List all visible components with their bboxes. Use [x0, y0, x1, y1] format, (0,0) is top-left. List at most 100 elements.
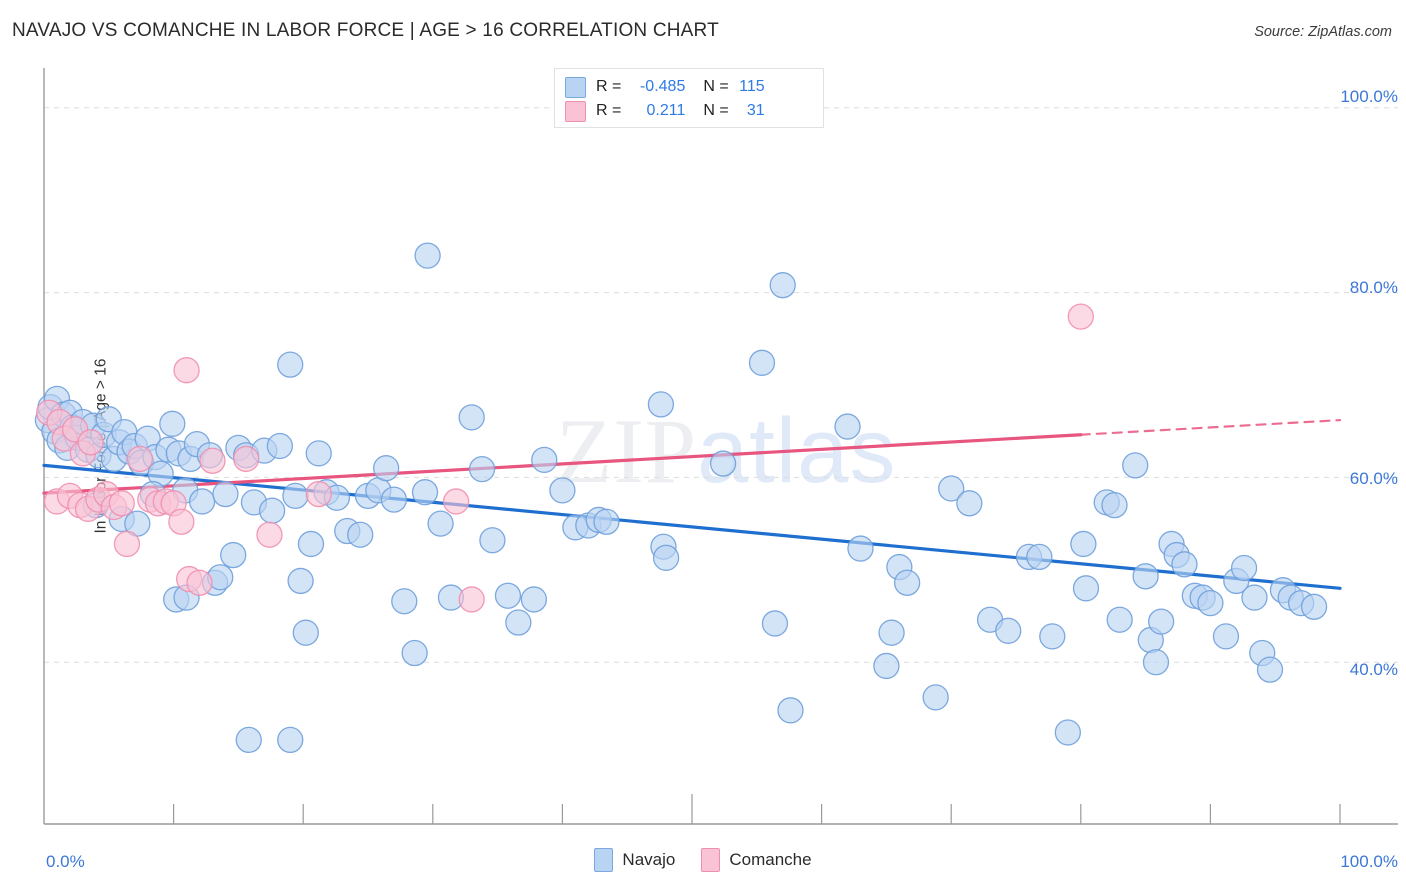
- data-point[interactable]: [1054, 719, 1081, 746]
- data-point[interactable]: [186, 569, 213, 596]
- correlation-chart: NAVAJO VS COMANCHE IN LABOR FORCE | AGE …: [0, 0, 1406, 892]
- data-point[interactable]: [847, 535, 874, 562]
- navajo-r-value: -0.485: [639, 78, 686, 95]
- data-point[interactable]: [1241, 584, 1268, 611]
- data-point[interactable]: [549, 477, 576, 504]
- data-point[interactable]: [1132, 563, 1159, 590]
- data-point[interactable]: [922, 684, 949, 711]
- data-point[interactable]: [233, 445, 260, 473]
- navajo-n-value: 115: [739, 78, 765, 95]
- navajo-legend-swatch-icon: [594, 848, 614, 872]
- data-point[interactable]: [372, 455, 400, 482]
- data-point[interactable]: [1072, 575, 1100, 602]
- data-point[interactable]: [1230, 554, 1258, 582]
- data-point[interactable]: [956, 490, 983, 517]
- data-point[interactable]: [709, 450, 737, 477]
- data-point[interactable]: [212, 480, 239, 508]
- navajo-r-label: R =: [596, 78, 622, 95]
- navajo-n-label: N =: [703, 78, 729, 95]
- data-point[interactable]: [1148, 608, 1175, 635]
- data-point[interactable]: [531, 446, 558, 474]
- data-point[interactable]: [505, 609, 532, 636]
- data-point[interactable]: [1212, 623, 1240, 650]
- data-point[interactable]: [1171, 551, 1198, 578]
- data-point[interactable]: [761, 610, 789, 637]
- data-point[interactable]: [347, 521, 374, 548]
- data-point[interactable]: [277, 351, 304, 378]
- comanche-legend-swatch-icon: [701, 848, 721, 872]
- data-point[interactable]: [873, 652, 900, 680]
- data-point[interactable]: [173, 357, 200, 384]
- series-points-navajo: [34, 242, 1328, 754]
- data-point[interactable]: [1067, 303, 1094, 330]
- data-point[interactable]: [995, 617, 1022, 644]
- data-point[interactable]: [188, 488, 216, 515]
- data-point[interactable]: [220, 541, 247, 569]
- data-point[interactable]: [1197, 589, 1224, 617]
- data-point[interactable]: [159, 410, 186, 437]
- data-point[interactable]: [458, 404, 485, 431]
- data-point[interactable]: [468, 455, 496, 483]
- data-point[interactable]: [282, 482, 309, 510]
- data-point[interactable]: [77, 429, 104, 456]
- legend-item-comanche[interactable]: Comanche: [701, 848, 812, 872]
- y-axis-label-100: 100.0%: [1340, 87, 1398, 106]
- data-point[interactable]: [442, 488, 470, 515]
- data-point[interactable]: [414, 242, 441, 269]
- data-point[interactable]: [266, 432, 294, 460]
- data-point[interactable]: [126, 445, 154, 473]
- plot-area: [34, 68, 1398, 825]
- comanche-n-value: 31: [746, 102, 765, 119]
- data-point[interactable]: [199, 447, 226, 474]
- data-point[interactable]: [593, 508, 620, 535]
- data-point[interactable]: [277, 726, 304, 754]
- data-point[interactable]: [411, 479, 439, 506]
- y-axis-label-60: 60.0%: [1349, 469, 1398, 488]
- series-legend: Navajo Comanche: [0, 848, 1406, 872]
- data-point[interactable]: [652, 544, 680, 571]
- data-point[interactable]: [1039, 623, 1066, 650]
- data-point[interactable]: [1256, 656, 1284, 683]
- data-point[interactable]: [1142, 649, 1170, 676]
- data-point[interactable]: [305, 440, 332, 467]
- data-point[interactable]: [292, 619, 319, 646]
- data-point[interactable]: [458, 586, 485, 613]
- y-axis-label-80: 80.0%: [1349, 278, 1398, 297]
- data-point[interactable]: [235, 726, 262, 754]
- data-point[interactable]: [1106, 606, 1133, 633]
- data-point[interactable]: [108, 490, 135, 517]
- data-point[interactable]: [1026, 543, 1053, 571]
- data-point[interactable]: [380, 486, 408, 513]
- legend-item-navajo[interactable]: Navajo: [594, 848, 675, 872]
- y-axis-label-40: 40.0%: [1349, 660, 1398, 679]
- data-point[interactable]: [834, 413, 861, 440]
- data-point[interactable]: [748, 349, 776, 376]
- data-point[interactable]: [258, 497, 286, 524]
- comanche-swatch-icon: [565, 100, 586, 122]
- data-point[interactable]: [305, 480, 332, 508]
- data-point[interactable]: [113, 530, 141, 558]
- data-point[interactable]: [1070, 530, 1097, 558]
- data-point[interactable]: [494, 582, 522, 609]
- data-point[interactable]: [520, 586, 548, 613]
- data-point[interactable]: [1300, 593, 1328, 620]
- comanche-n-label: N =: [703, 102, 729, 119]
- data-point[interactable]: [401, 639, 428, 667]
- data-point[interactable]: [647, 391, 675, 418]
- data-point[interactable]: [427, 510, 454, 537]
- navajo-legend-label: Navajo: [622, 850, 676, 869]
- data-point[interactable]: [777, 697, 804, 724]
- data-point[interactable]: [297, 530, 325, 558]
- data-point[interactable]: [479, 527, 506, 554]
- data-point[interactable]: [256, 521, 283, 548]
- comanche-r-value: 0.211: [646, 102, 686, 119]
- data-point[interactable]: [287, 567, 314, 595]
- data-point[interactable]: [893, 569, 921, 596]
- data-point[interactable]: [769, 272, 796, 299]
- data-point[interactable]: [391, 588, 418, 615]
- comanche-legend-label: Comanche: [729, 850, 812, 869]
- data-point[interactable]: [1101, 491, 1128, 519]
- data-point[interactable]: [878, 619, 905, 646]
- data-point[interactable]: [1122, 452, 1149, 479]
- data-point[interactable]: [168, 508, 195, 535]
